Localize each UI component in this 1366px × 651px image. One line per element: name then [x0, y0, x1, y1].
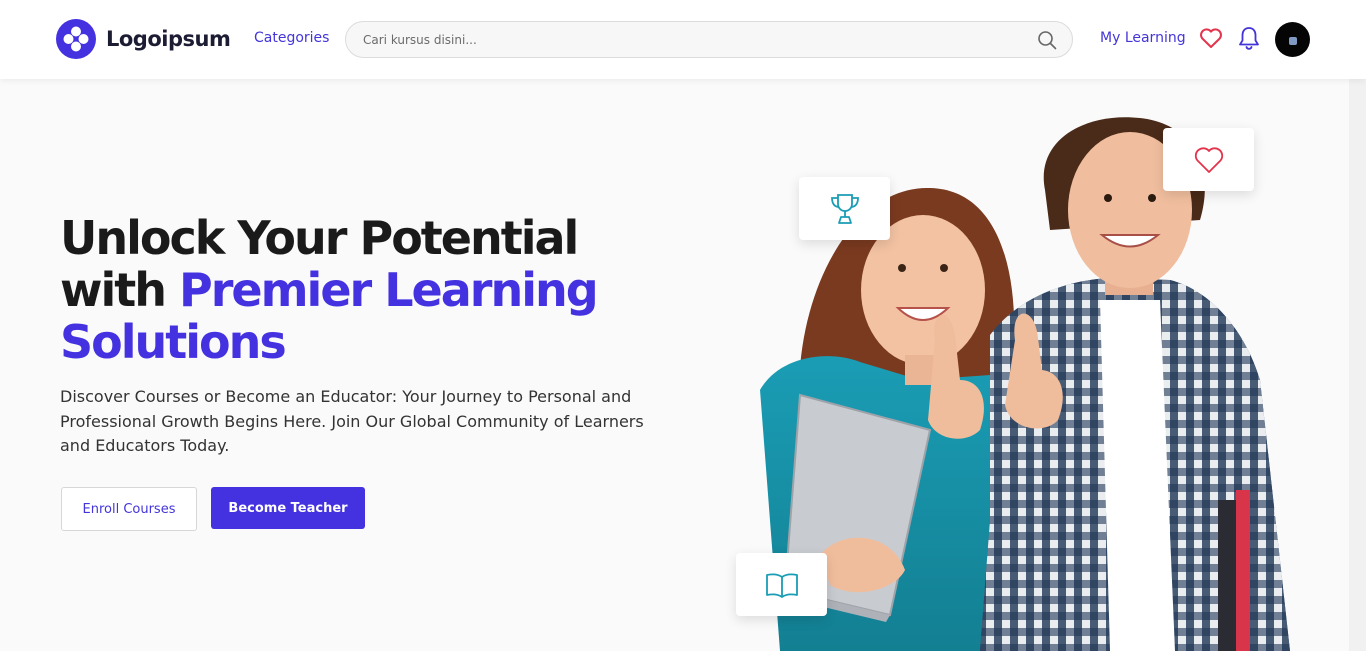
nav-my-learning[interactable]: My Learning: [1100, 30, 1186, 46]
become-teacher-button[interactable]: Become Teacher: [211, 487, 365, 529]
heart-icon: [1194, 146, 1223, 173]
search-icon[interactable]: [1037, 30, 1057, 50]
hero-title-line1: Unlock Your Potential: [60, 211, 579, 265]
book-icon: [765, 573, 798, 598]
search-input[interactable]: [363, 31, 1023, 49]
hero-description: Discover Courses or Become an Educator: …: [60, 387, 644, 455]
logo-text: Logoipsum: [106, 27, 231, 51]
logo[interactable]: Logoipsum: [56, 19, 231, 59]
hero-title: Unlock Your Potential with Premier Learn…: [60, 212, 700, 368]
hero-title-with: with: [60, 263, 180, 317]
user-avatar[interactable]: [1275, 22, 1310, 57]
search-bar: [345, 21, 1073, 58]
trophy-icon: [830, 193, 859, 224]
top-navbar: Logoipsum Categories My Learning: [0, 0, 1366, 79]
trophy-card: [799, 177, 890, 240]
wishlist-heart-icon[interactable]: [1199, 27, 1223, 49]
bell-icon[interactable]: [1238, 26, 1260, 51]
hero-title-accent-2: Solutions: [60, 315, 287, 369]
enroll-courses-button[interactable]: Enroll Courses: [61, 487, 197, 531]
scrollbar[interactable]: [1349, 79, 1366, 651]
book-card: [736, 553, 827, 616]
hero-title-accent: Premier Learning: [179, 263, 599, 317]
logo-icon: [56, 19, 96, 59]
heart-card: [1163, 128, 1254, 191]
nav-categories[interactable]: Categories: [254, 30, 329, 46]
